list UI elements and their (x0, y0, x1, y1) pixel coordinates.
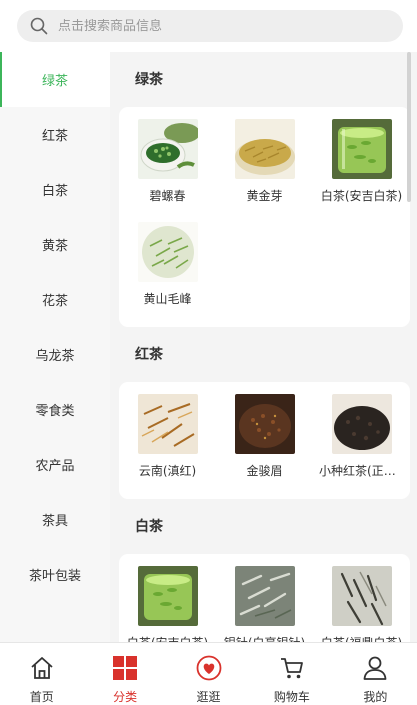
home-icon (29, 655, 55, 681)
sidebar-item-label: 黄茶 (41, 239, 68, 254)
sidebar-item-label: 零食类 (35, 404, 75, 419)
dark-leaves-in-bowl-image (234, 394, 295, 454)
green-needle-leaves-image (137, 222, 198, 282)
tab-home[interactable]: 首页 (0, 643, 83, 705)
product-item[interactable]: 黄金芽 (216, 113, 313, 216)
product-name: 黄金芽 (246, 189, 283, 203)
product-item[interactable]: 银针(白毫银针) (216, 560, 313, 642)
sidebar-item-white-tea[interactable]: 白茶 (0, 162, 110, 217)
tab-category[interactable]: 分类 (83, 643, 166, 705)
category-icon (112, 655, 138, 681)
product-name: 银针(白毫银针) (222, 634, 307, 642)
tab-profile[interactable]: 我的 (334, 643, 417, 705)
sidebar-item-label: 白茶 (41, 184, 68, 199)
product-item[interactable]: 白茶(福鼎白茶) (313, 560, 410, 642)
heart-icon (196, 655, 222, 681)
product-name: 白茶(福鼎白茶) (319, 634, 404, 642)
product-item[interactable]: 白茶(安吉白茶) (119, 560, 216, 642)
tab-label: 逛逛 (196, 690, 221, 704)
product-card: 云南(滇红) 金骏眉 小种红茶(正山小种) (119, 382, 410, 499)
tab-label: 分类 (113, 690, 138, 704)
green-tea-in-glass-image (137, 566, 198, 626)
scrollbar[interactable] (407, 52, 411, 202)
product-item[interactable]: 碧螺春 (119, 113, 216, 216)
search-bar (0, 0, 417, 52)
product-name: 白茶(安吉白茶) (125, 634, 210, 642)
sidebar-item-packaging[interactable]: 茶叶包装 (0, 547, 110, 602)
sidebar-item-yellow-tea[interactable]: 黄茶 (0, 217, 110, 272)
product-card: 白茶(安吉白茶) 银针(白毫银针) 白茶(福鼎白茶) (119, 554, 410, 642)
product-name: 白茶(安吉白茶) (320, 189, 403, 203)
black-tea-leaves-image (331, 394, 392, 454)
sidebar-item-green-tea[interactable]: 绿茶 (0, 52, 110, 107)
golden-bud-leaves-image (234, 119, 295, 179)
tab-label: 购物车 (273, 690, 310, 704)
sidebar-item-farm-products[interactable]: 农产品 (0, 437, 110, 492)
silver-needle-leaves-image (234, 566, 295, 626)
tab-label: 我的 (363, 690, 388, 704)
sidebar-item-label: 红茶 (41, 129, 68, 144)
product-card: 碧螺春 黄金芽 白茶(安吉白茶) 黄山毛峰 (119, 107, 410, 327)
category-sidebar: 绿茶 红茶 白茶 黄茶 花茶 乌龙茶 零食类 农产品 茶具 茶叶包装 (0, 52, 110, 642)
section-title: 白茶 (135, 519, 163, 535)
search-box[interactable] (17, 10, 403, 42)
white-tea-leaves-image (331, 566, 392, 626)
sidebar-item-label: 茶叶包装 (28, 569, 81, 584)
sidebar-item-label: 绿茶 (41, 74, 68, 89)
product-item[interactable]: 白茶(安吉白茶) (313, 113, 410, 216)
sidebar-item-flower-tea[interactable]: 花茶 (0, 272, 110, 327)
green-tea-in-glass-image (331, 119, 392, 179)
cart-icon (279, 655, 305, 681)
user-icon (362, 655, 388, 681)
product-item[interactable]: 黄山毛峰 (119, 216, 216, 319)
product-list[interactable]: 绿茶 碧螺春 黄金芽 白茶(安吉白茶) 黄山毛峰 红茶 云南(滇红) 金骏眉 小… (110, 52, 417, 642)
product-name: 小种红茶(正山小种) (319, 464, 404, 478)
sidebar-item-label: 农产品 (35, 459, 75, 474)
product-name: 碧螺春 (149, 189, 186, 203)
product-name: 云南(滇红) (138, 464, 197, 478)
search-input[interactable] (58, 18, 358, 34)
product-name: 黄山毛峰 (143, 292, 192, 306)
product-item[interactable]: 金骏眉 (216, 388, 313, 491)
tab-cart[interactable]: 购物车 (250, 643, 333, 705)
sidebar-item-label: 乌龙茶 (35, 349, 75, 364)
green-tea-in-bowl-image (137, 119, 198, 179)
product-item[interactable]: 小种红茶(正山小种) (313, 388, 410, 491)
tab-browse[interactable]: 逛逛 (167, 643, 250, 705)
sidebar-item-oolong[interactable]: 乌龙茶 (0, 327, 110, 382)
sidebar-item-teaware[interactable]: 茶具 (0, 492, 110, 547)
search-icon (29, 16, 49, 36)
section-title: 绿茶 (135, 72, 163, 88)
product-item[interactable]: 云南(滇红) (119, 388, 216, 491)
sidebar-item-label: 茶具 (41, 514, 68, 529)
tab-label: 首页 (29, 690, 54, 704)
golden-twisted-leaves-image (137, 394, 198, 454)
sidebar-item-snacks[interactable]: 零食类 (0, 382, 110, 437)
sidebar-item-label: 花茶 (41, 294, 68, 309)
product-name: 金骏眉 (246, 464, 283, 478)
sidebar-item-black-tea[interactable]: 红茶 (0, 107, 110, 162)
section-title: 红茶 (135, 347, 163, 363)
tab-bar: 首页 分类 逛逛 购物车 我的 (0, 642, 417, 705)
